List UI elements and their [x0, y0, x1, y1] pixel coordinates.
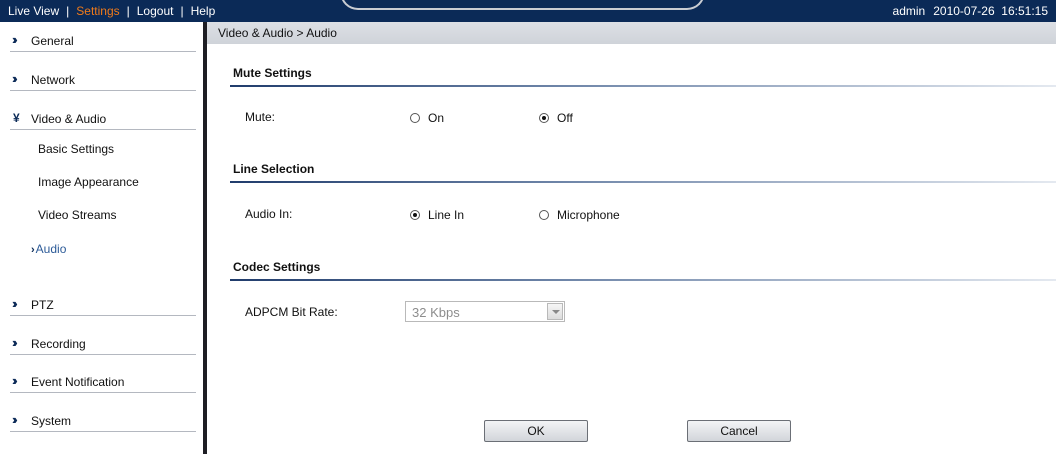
- divider: [10, 315, 196, 316]
- double-chevron-right-icon: ››: [12, 71, 17, 86]
- sidebar-item-video-audio[interactable]: ¥ Video & Audio: [10, 106, 196, 130]
- double-chevron-down-icon: ¥: [13, 111, 20, 125]
- chevron-right-icon: ›: [31, 244, 35, 256]
- sidebar-item-label: Recording: [31, 337, 86, 351]
- section-divider: [230, 85, 1056, 87]
- logout-link[interactable]: Logout: [137, 4, 174, 18]
- sidebar-item-label: Event Notification: [31, 375, 125, 389]
- datetime: 2010-07-26 16:51:15: [933, 4, 1048, 18]
- help-link[interactable]: Help: [191, 4, 216, 18]
- live-view-link[interactable]: Live View: [8, 4, 59, 18]
- section-divider: [230, 181, 1056, 183]
- microphone-label: Microphone: [557, 208, 620, 222]
- chevron-down-icon[interactable]: [547, 303, 563, 320]
- divider: [10, 392, 196, 393]
- sidebar: ›› General ›› Network ¥ Video & Audio Ba…: [0, 22, 206, 454]
- sidebar-item-general[interactable]: ›› General: [10, 28, 196, 52]
- microphone-radio[interactable]: Microphone: [539, 208, 620, 222]
- double-chevron-right-icon: ››: [12, 373, 17, 388]
- divider: [10, 431, 196, 432]
- sidebar-item-label: Video & Audio: [31, 112, 107, 126]
- sidebar-item-recording[interactable]: ›› Recording: [10, 331, 196, 355]
- divider: [10, 51, 196, 52]
- radio-button[interactable]: [539, 113, 549, 123]
- sidebar-border: [203, 22, 207, 454]
- session-info: admin 2010-07-26 16:51:15: [893, 4, 1048, 18]
- double-chevron-right-icon: ››: [12, 32, 17, 47]
- line-in-radio[interactable]: Line In: [410, 208, 464, 222]
- adpcm-bit-rate-label: ADPCM Bit Rate:: [245, 305, 338, 319]
- sidebar-item-event-notification[interactable]: ›› Event Notification: [10, 369, 196, 393]
- sidebar-subitem-basic-settings[interactable]: Basic Settings: [38, 142, 114, 156]
- top-bar: Live View | Settings | Logout | Help admin 2010…: [0, 0, 1056, 22]
- mute-off-label: Off: [557, 111, 573, 125]
- adpcm-bit-rate-select[interactable]: 32 Kbps: [405, 301, 565, 322]
- sidebar-subitem-audio[interactable]: ›Audio: [31, 242, 66, 256]
- mute-label: Mute:: [245, 110, 276, 124]
- divider: [10, 354, 196, 355]
- cancel-button[interactable]: Cancel: [687, 420, 791, 442]
- double-chevron-right-icon: ››: [12, 296, 17, 311]
- nav-separator: |: [126, 4, 130, 18]
- section-title-codec: Codec Settings: [233, 260, 321, 274]
- radio-button[interactable]: [410, 210, 420, 220]
- sidebar-subitem-image-appearance[interactable]: Image Appearance: [38, 175, 139, 189]
- sidebar-subitem-video-streams[interactable]: Video Streams: [38, 208, 117, 222]
- ok-button[interactable]: OK: [484, 420, 588, 442]
- divider: [10, 129, 196, 130]
- username: admin: [892, 4, 926, 18]
- adpcm-bit-rate-value: 32 Kbps: [412, 305, 460, 320]
- mute-off-radio[interactable]: Off: [539, 111, 573, 125]
- sidebar-item-label: System: [31, 414, 72, 428]
- sidebar-item-label: PTZ: [31, 298, 54, 312]
- top-tab-decoration: [340, 0, 705, 10]
- section-divider: [230, 279, 1056, 281]
- mute-on-radio[interactable]: On: [410, 111, 444, 125]
- radio-button[interactable]: [539, 210, 549, 220]
- sidebar-item-ptz[interactable]: ›› PTZ: [10, 292, 196, 316]
- sidebar-item-system[interactable]: ›› System: [10, 408, 196, 432]
- sidebar-subitem-label: Audio: [35, 242, 67, 256]
- double-chevron-right-icon: ››: [12, 412, 17, 427]
- radio-button[interactable]: [410, 113, 420, 123]
- breadcrumb-text: Video & Audio > Audio: [218, 26, 337, 40]
- mute-on-label: On: [428, 111, 445, 125]
- audio-in-label: Audio In:: [245, 207, 293, 221]
- top-nav: Live View | Settings | Logout | Help: [8, 4, 215, 18]
- breadcrumb: Video & Audio > Audio: [207, 22, 1056, 44]
- settings-link[interactable]: Settings: [76, 4, 119, 18]
- nav-separator: |: [66, 4, 70, 18]
- section-title-line: Line Selection: [233, 162, 315, 176]
- sidebar-item-network[interactable]: ›› Network: [10, 67, 196, 91]
- sidebar-item-label: General: [31, 34, 74, 48]
- divider: [10, 90, 196, 91]
- line-in-label: Line In: [428, 208, 465, 222]
- sidebar-item-label: Network: [31, 73, 76, 87]
- double-chevron-right-icon: ››: [12, 335, 17, 350]
- nav-separator: |: [180, 4, 184, 18]
- section-title-mute: Mute Settings: [233, 66, 312, 80]
